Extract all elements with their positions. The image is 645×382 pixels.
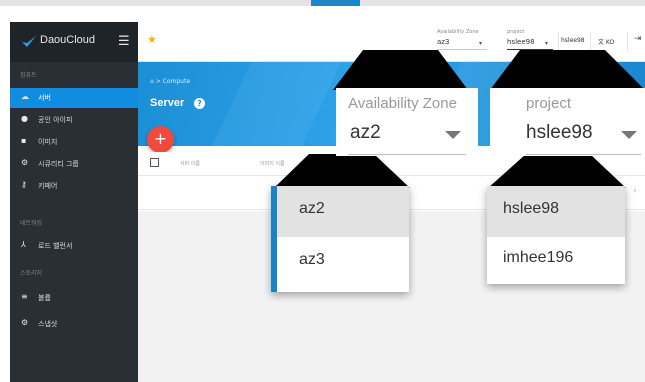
chevron-down-icon[interactable]: ▾ <box>545 40 548 47</box>
zoom-zone-value[interactable]: az2 <box>350 122 381 144</box>
balancer-icon: ⅄ <box>21 240 26 249</box>
sidebar-item-label: 볼륨 <box>38 294 51 302</box>
gear-icon: ⚙ <box>21 318 29 327</box>
top-progress-strip <box>0 0 645 6</box>
chevron-right-icon[interactable]: › <box>633 186 637 196</box>
section-label-storage: 스토리지 <box>20 270 43 277</box>
sidebar-item-label: 공인 아이피 <box>38 116 73 124</box>
page-title: Server <box>150 97 185 109</box>
zoom-project-underline <box>526 154 641 155</box>
header-divider <box>590 32 591 52</box>
top-progress-accent <box>311 0 360 6</box>
header-divider <box>627 32 628 52</box>
zone-option-label: az2 <box>299 200 325 217</box>
chevron-down-icon[interactable] <box>621 131 637 139</box>
zoom-pointer-zone <box>333 50 468 90</box>
project-option[interactable]: hslee98 <box>487 186 625 237</box>
hero-decoration <box>195 62 351 146</box>
logout-icon[interactable]: ⇥ <box>634 34 642 44</box>
project-option-label: imhee196 <box>503 249 574 266</box>
image-icon: ▪ <box>21 136 27 145</box>
project-option[interactable]: imhee196 <box>487 237 625 284</box>
sidebar-item-snapshot[interactable]: ⚙ 스냅샷 <box>10 314 138 334</box>
zone-dropdown-menu: az2 az3 <box>271 186 409 292</box>
sidebar-item-label: 이미지 <box>38 138 58 146</box>
sidebar-item-load-balancer[interactable]: ⅄ 로드 밸런서 <box>10 236 138 256</box>
brand-name: DaouCloud <box>40 34 96 46</box>
select-all-checkbox[interactable] <box>150 158 159 167</box>
sidebar-item-label: 스냅샷 <box>38 320 58 328</box>
zoom-project-label: project <box>526 95 572 112</box>
sidebar-item-image[interactable]: ▪ 이미지 <box>10 132 138 152</box>
zoom-pointer-project-options <box>488 154 626 188</box>
brand-bar: DaouCloud ☰ <box>10 22 138 62</box>
chevron-down-icon[interactable] <box>445 131 461 139</box>
project-label: project <box>507 29 525 35</box>
sidebar-item-keypair[interactable]: ⚷ 키페어 <box>10 176 138 196</box>
gear-icon: ⚙ <box>21 158 29 167</box>
sidebar: DaouCloud ☰ 컴퓨트 ☁ 서버 ● 공인 아이피 ▪ 이미지 ⚙ 시큐… <box>10 22 138 382</box>
header-divider <box>558 32 559 52</box>
translate-icon: 文 <box>598 39 606 46</box>
zoom-project-selector: project hslee98 <box>490 88 645 156</box>
zone-option[interactable]: az3 <box>277 237 409 288</box>
app-root: DaouCloud ☰ 컴퓨트 ☁ 서버 ● 공인 아이피 ▪ 이미지 ⚙ 시큐… <box>0 0 645 382</box>
project-select[interactable]: hslee98 <box>507 38 535 46</box>
globe-icon: ● <box>21 114 28 123</box>
add-server-button[interactable]: + <box>147 126 174 153</box>
sidebar-item-volume[interactable]: ≡ 볼륨 <box>10 288 138 308</box>
zoom-zone-underline <box>348 154 466 155</box>
breadcrumb[interactable]: ⌂ > Compute <box>150 78 190 85</box>
favorite-star-icon[interactable]: ★ <box>147 33 157 46</box>
column-header-server-name[interactable]: 서버 이름 <box>180 160 200 167</box>
sidebar-item-public-ip[interactable]: ● 공인 아이피 <box>10 110 138 130</box>
zone-option[interactable]: az2 <box>277 186 409 237</box>
list-icon: ≡ <box>21 292 28 301</box>
daoucloud-logo-icon <box>22 36 36 47</box>
menu-toggle-icon[interactable]: ☰ <box>118 34 130 49</box>
zoom-pointer-project <box>490 50 645 90</box>
section-label-networking: 네트워킹 <box>20 220 43 227</box>
help-icon[interactable]: ? <box>194 98 205 109</box>
availability-zone-label: Availability Zone <box>437 29 479 35</box>
section-label-compute: 컴퓨트 <box>20 72 37 79</box>
availability-zone-select[interactable]: az3 <box>437 38 449 46</box>
sidebar-item-server[interactable]: ☁ 서버 <box>10 88 138 108</box>
zone-option-label: az3 <box>299 251 325 268</box>
sidebar-item-label: 시큐리티 그룹 <box>38 160 79 168</box>
sidebar-item-label: 키페어 <box>38 182 58 190</box>
cloud-icon: ☁ <box>21 92 29 101</box>
project-option-label: hslee98 <box>503 200 560 217</box>
sidebar-item-label: 로드 밸런서 <box>38 242 73 250</box>
zoom-zone-selector: Availability Zone az2 <box>336 88 478 156</box>
sidebar-item-security-group[interactable]: ⚙ 시큐리티 그룹 <box>10 154 138 174</box>
language-switch[interactable]: 文 KO <box>598 37 614 46</box>
zoom-zone-label: Availability Zone <box>348 95 457 112</box>
zoom-pointer-zone-options <box>274 154 410 188</box>
zoom-project-value[interactable]: hslee98 <box>526 122 593 144</box>
language-code: KO <box>605 39 615 46</box>
project-dropdown-menu: hslee98 imhee196 <box>487 186 625 284</box>
chevron-down-icon[interactable]: ▾ <box>479 40 482 47</box>
sidebar-item-label: 서버 <box>38 94 51 102</box>
user-name[interactable]: hslee98 <box>561 37 585 44</box>
key-icon: ⚷ <box>21 180 27 189</box>
